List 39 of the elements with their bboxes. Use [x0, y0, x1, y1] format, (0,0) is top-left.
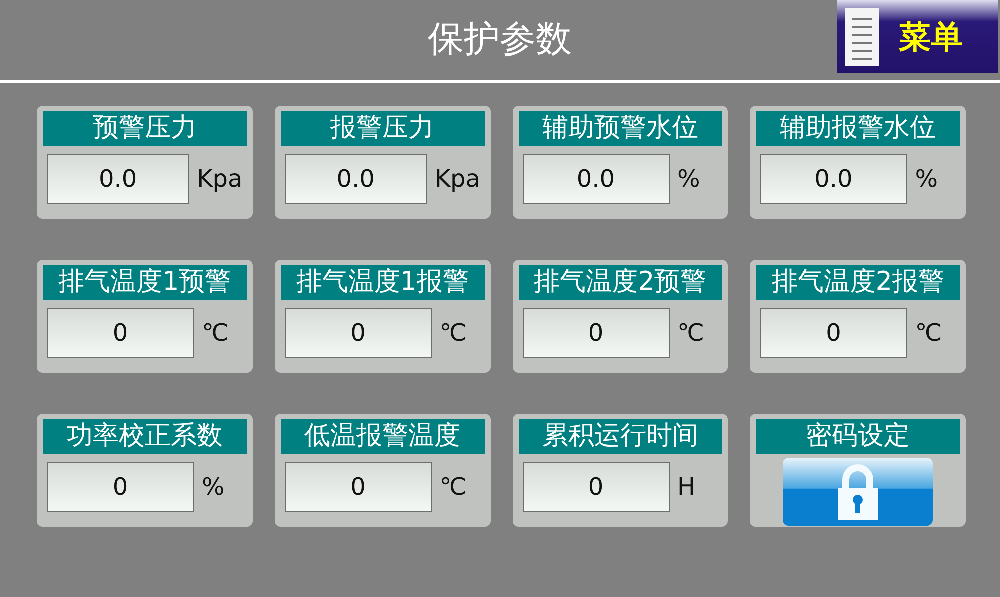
value-field[interactable]: 0 — [47, 462, 194, 512]
unit-label: H — [678, 472, 696, 503]
card-title: 报警压力 — [280, 111, 484, 146]
unit-label: Kpa — [434, 164, 480, 195]
card-title: 低温报警温度 — [280, 419, 484, 454]
unit-label: ℃ — [440, 318, 467, 349]
page-title: 保护参数 — [428, 18, 572, 62]
lock-button[interactable] — [783, 458, 934, 526]
unit-label: ℃ — [202, 318, 229, 349]
card-title: 辅助预警水位 — [518, 111, 722, 146]
card-title: 排气温度2预警 — [518, 265, 722, 300]
value-field[interactable]: 0.0 — [47, 154, 190, 204]
value-field[interactable]: 0 — [760, 308, 908, 358]
unit-label: Kpa — [197, 164, 243, 195]
card-title: 累积运行时间 — [518, 419, 722, 454]
card-title: 排气温度1报警 — [280, 265, 484, 300]
value-field[interactable]: 0 — [47, 308, 194, 358]
card-title: 排气温度1预警 — [43, 265, 247, 300]
unit-label: ℃ — [440, 472, 467, 503]
value-field[interactable]: 0.0 — [760, 154, 908, 204]
document-icon — [845, 8, 879, 66]
card-title: 功率校正系数 — [43, 419, 247, 454]
menu-button[interactable]: 菜单 — [837, 0, 998, 73]
unit-label: ℃ — [678, 318, 704, 349]
card-title: 密码设定 — [756, 419, 960, 454]
value-field[interactable]: 0 — [522, 308, 670, 358]
value-field[interactable]: 0 — [522, 462, 670, 512]
value-field[interactable]: 0.0 — [284, 154, 427, 204]
unit-label: ℃ — [915, 318, 942, 349]
card-title: 辅助报警水位 — [756, 111, 960, 146]
unit-label: % — [678, 164, 700, 195]
value-field[interactable]: 0 — [284, 462, 432, 512]
padlock-icon — [836, 464, 880, 520]
unit-label: % — [915, 164, 938, 195]
unit-label: % — [202, 472, 225, 503]
value-field[interactable]: 0.0 — [522, 154, 670, 204]
value-field[interactable]: 0 — [284, 308, 432, 358]
card-title: 预警压力 — [43, 111, 247, 146]
card-title: 排气温度2报警 — [756, 265, 960, 300]
